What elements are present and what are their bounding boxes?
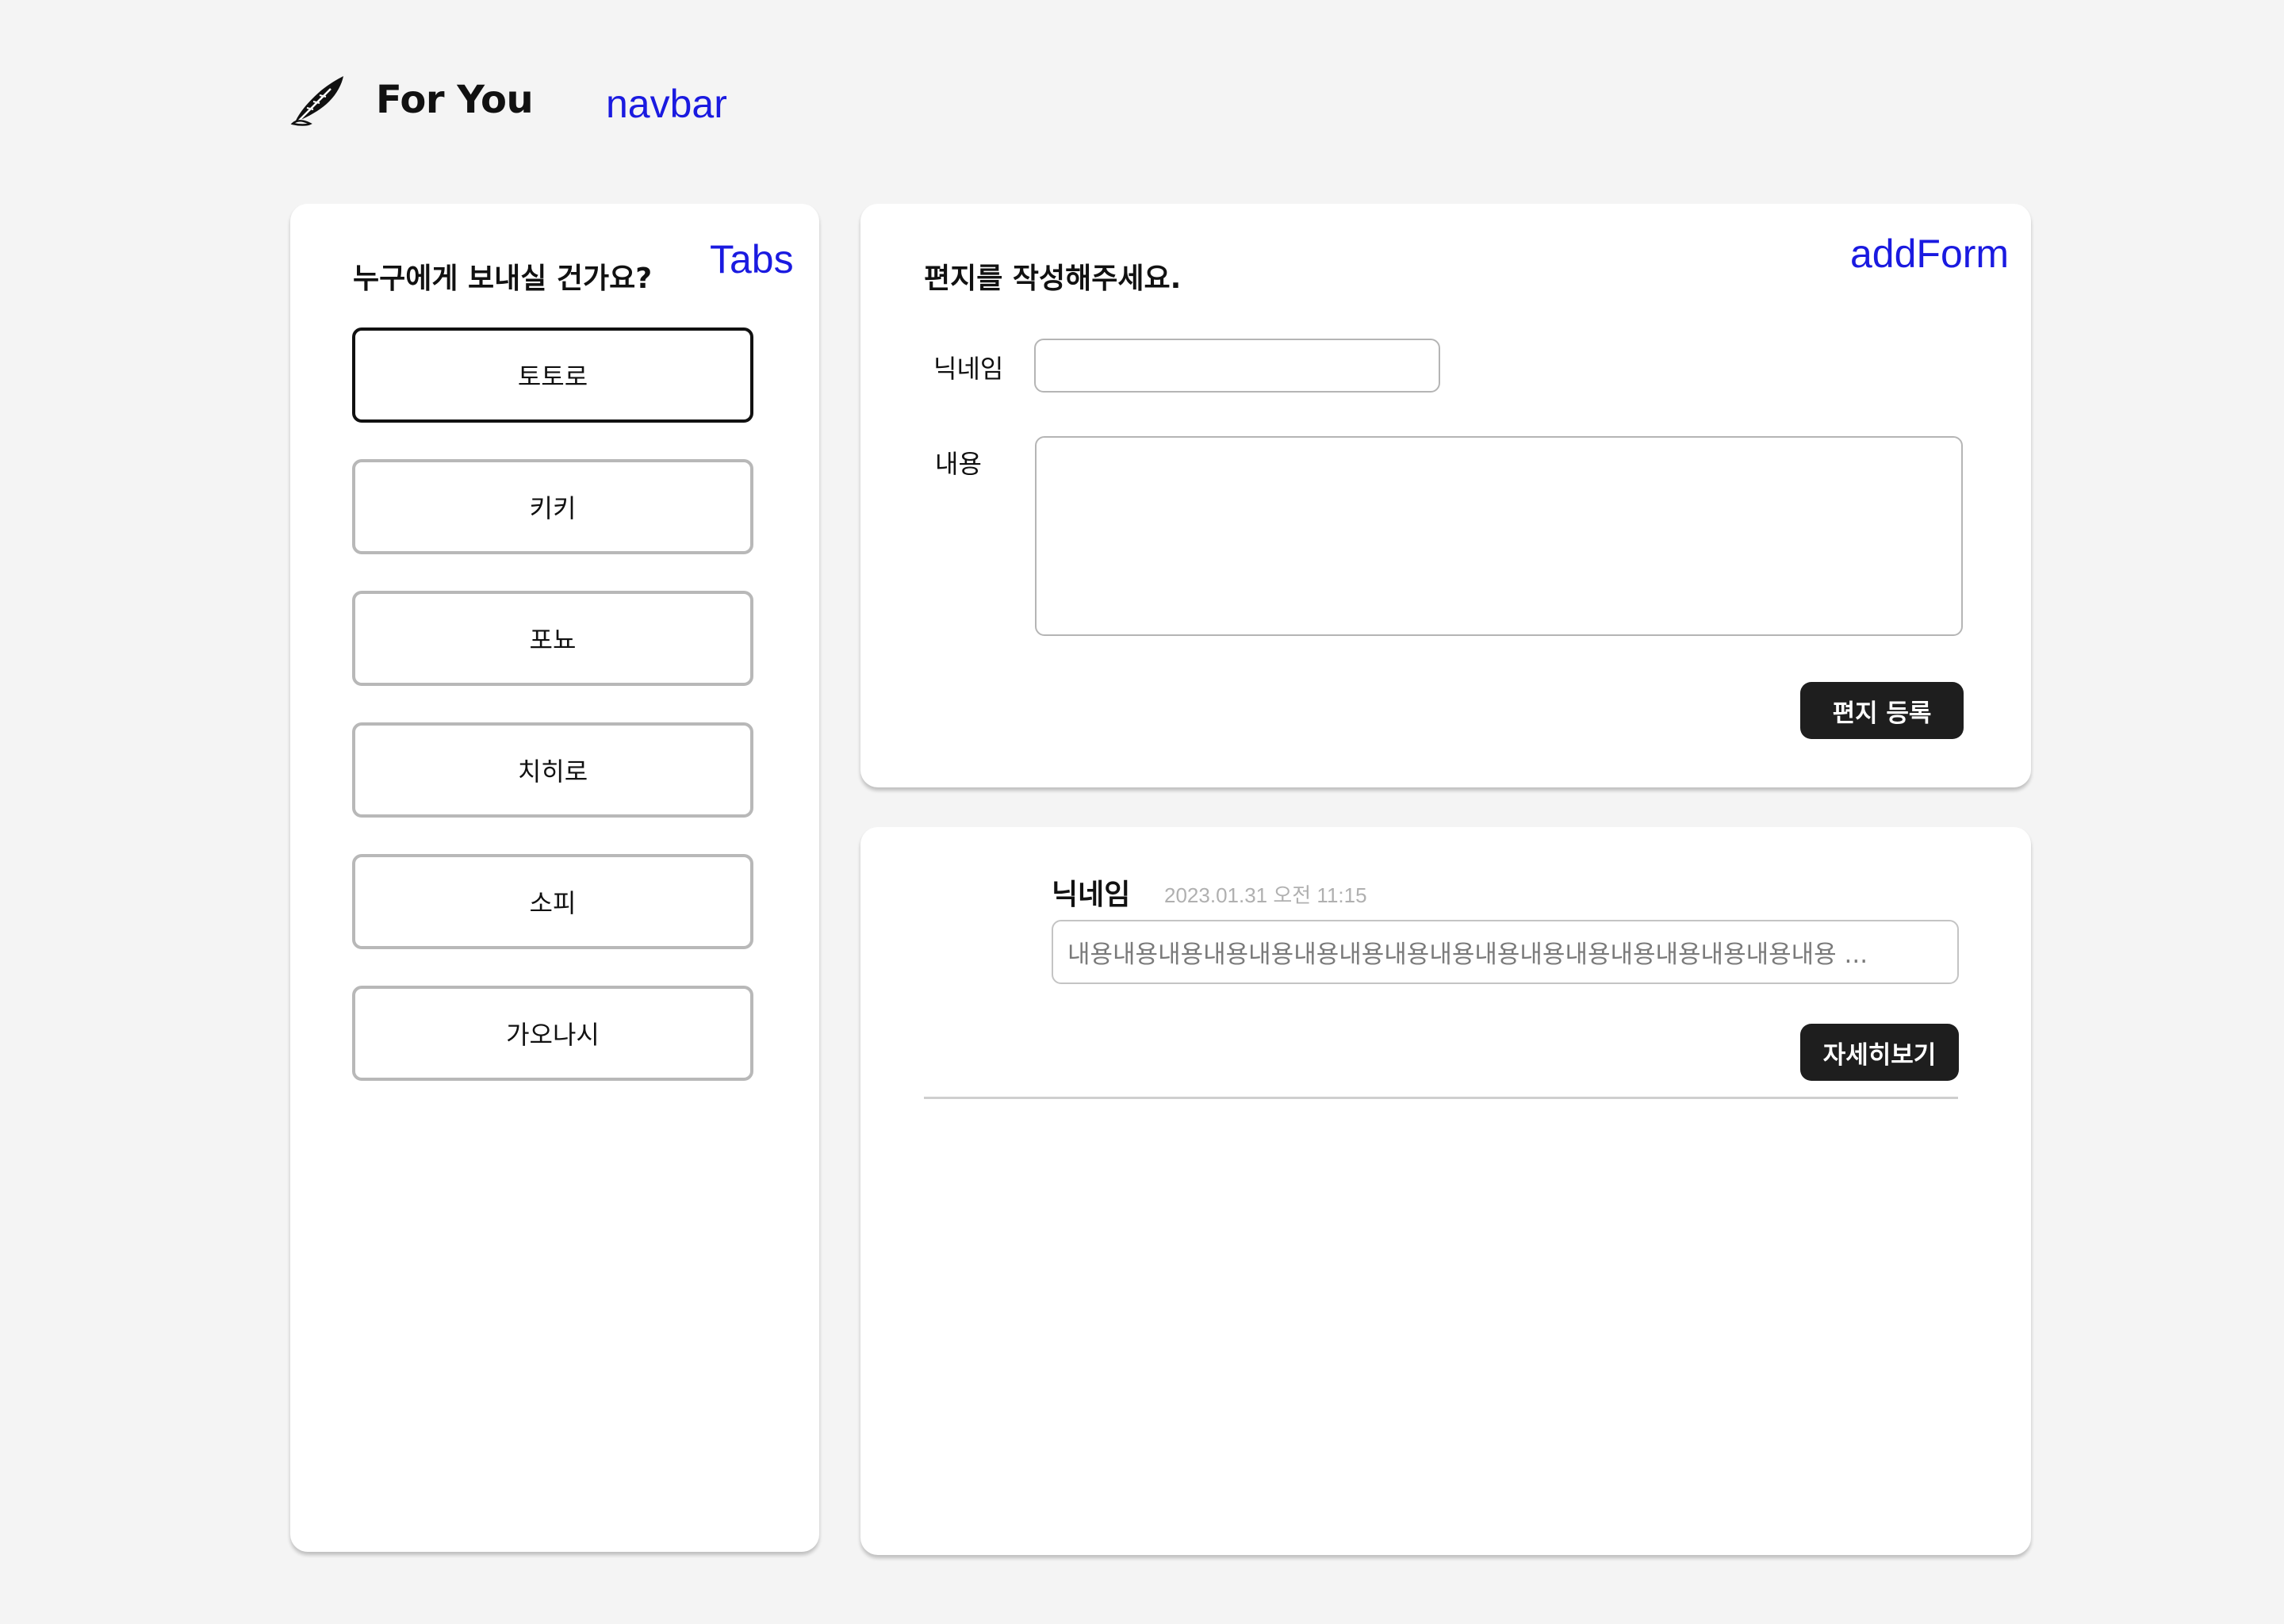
tab-kaonashi[interactable]: 가오나시	[352, 986, 753, 1081]
navbar-label: navbar	[606, 82, 727, 126]
content-textarea[interactable]	[1035, 436, 1963, 636]
add-form-label: addForm	[1850, 232, 2010, 276]
view-detail-button[interactable]: 자세히보기	[1800, 1024, 1959, 1081]
tab-chihiro[interactable]: 치히로	[352, 722, 753, 818]
submit-letter-button[interactable]: 편지 등록	[1800, 682, 1964, 739]
brand-title[interactable]: For You	[376, 78, 534, 122]
recipient-tabs-panel: 누구에게 보내실 건가요? Tabs 토토로 키키 포뇨 치히로 소피 가오나시	[290, 204, 819, 1552]
add-letter-form: 편지를 작성해주세요. addForm 닉네임 내용 편지 등록	[860, 204, 2031, 787]
content-label: 내용	[935, 449, 982, 479]
tab-kiki[interactable]: 키키	[352, 459, 753, 554]
letter-list-panel: 닉네임 2023.01.31 오전 11:15 내용내용내용내용내용내용내용내용…	[860, 827, 2031, 1555]
tabs-label: Tabs	[710, 237, 794, 282]
letter-nickname: 닉네임	[1052, 879, 1131, 911]
form-title: 편지를 작성해주세요.	[924, 262, 1182, 295]
quill-feather-icon	[289, 71, 347, 128]
letter-preview: 내용내용내용내용내용내용내용내용내용내용내용내용내용내용내용내용내용 ...	[1052, 920, 1959, 984]
tab-ponyo[interactable]: 포뇨	[352, 591, 753, 686]
letter-timestamp: 2023.01.31 오전 11:15	[1164, 883, 1367, 907]
tab-totoro[interactable]: 토토로	[352, 327, 753, 423]
nickname-input[interactable]	[1034, 339, 1440, 393]
letter-divider	[924, 1097, 1958, 1099]
tab-sophie[interactable]: 소피	[352, 854, 753, 949]
tabs-title: 누구에게 보내실 건가요?	[353, 262, 653, 295]
nickname-label: 닉네임	[933, 354, 1004, 384]
